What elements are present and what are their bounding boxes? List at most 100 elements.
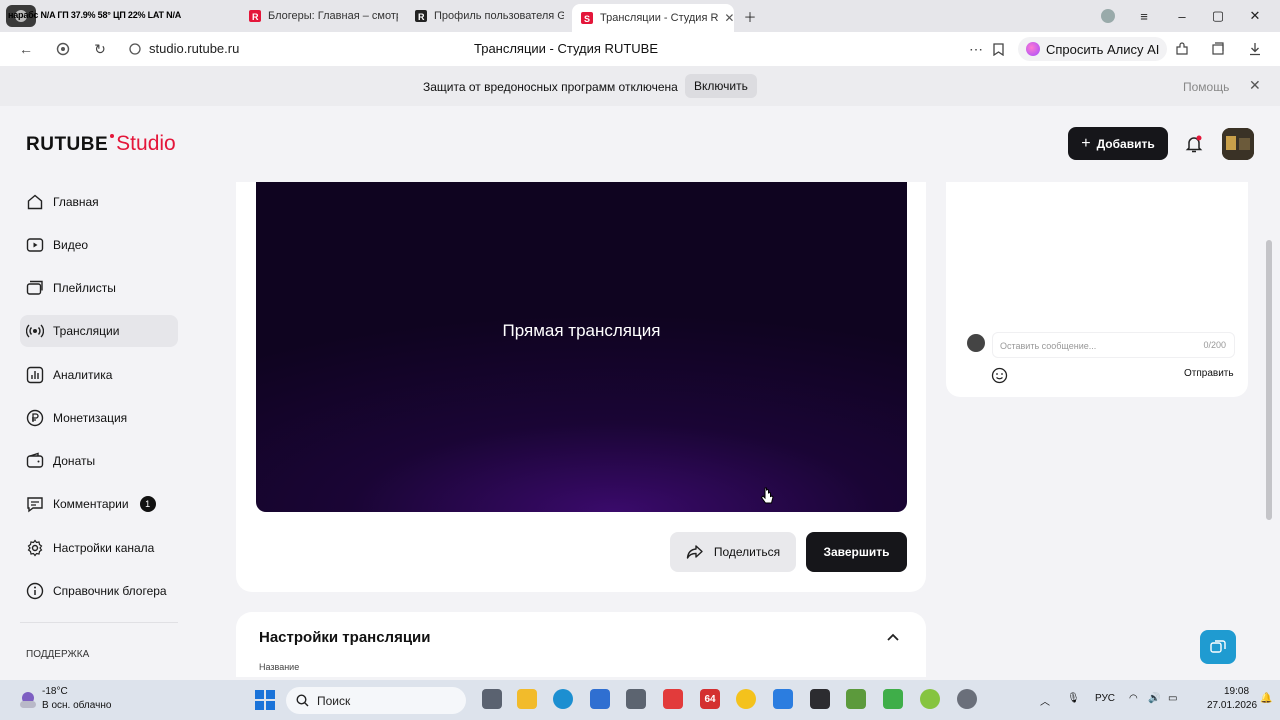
clock-date[interactable]: 27.01.2026	[1207, 700, 1257, 711]
game-icon[interactable]	[883, 689, 903, 709]
extensions-icon[interactable]	[1172, 39, 1192, 59]
tab-label: Трансляции - Студия R	[600, 12, 719, 24]
tab-profile[interactable]: R Профиль пользователя G	[406, 4, 564, 28]
browser-menu-icon[interactable]: ≡	[1134, 6, 1154, 26]
player-title: Прямая трансляция	[502, 321, 661, 340]
task-view-icon[interactable]	[482, 689, 502, 709]
windows-taskbar: -18°C В осн. облачно Поиск 64 ︿ 🎙 РУС ◠ …	[0, 680, 1280, 720]
microphone-icon[interactable]: 🎙	[1067, 693, 1080, 704]
sidebar-item-channel-settings[interactable]: Настройки канала	[20, 532, 178, 564]
sidebar: Главная Видео Плейлисты Трансляции Анали…	[6, 182, 196, 677]
chat-placeholder: Оставить сообщение...	[1000, 341, 1097, 351]
share-icon	[686, 545, 703, 559]
sidebar-item-label: Монетизация	[53, 411, 128, 425]
chat-message-input[interactable]: Оставить сообщение... 0/200	[992, 332, 1235, 358]
emoji-icon[interactable]	[991, 367, 1008, 384]
profile-icon[interactable]	[1098, 6, 1118, 26]
new-tab-icon[interactable]: ＋	[740, 6, 760, 26]
sidebar-item-broadcasts[interactable]: Трансляции	[20, 315, 178, 347]
notifications-icon[interactable]: 🔔	[1260, 693, 1272, 704]
edge-icon[interactable]	[553, 689, 573, 709]
wifi-icon[interactable]: ◠	[1129, 693, 1138, 704]
comment-icon	[27, 497, 43, 513]
settings-title: Настройки трансляции	[259, 629, 431, 646]
support-chat-button[interactable]	[1200, 630, 1236, 664]
taskbar-search[interactable]: Поиск	[286, 687, 466, 714]
share-button[interactable]: Поделиться	[670, 532, 796, 572]
help-link[interactable]: Помощь	[1183, 80, 1229, 94]
app-64-icon[interactable]: 64	[700, 689, 720, 709]
sidebar-item-comments[interactable]: Комментарии 1	[20, 488, 178, 520]
svg-text:S: S	[584, 14, 590, 24]
maximize-icon[interactable]: ▢	[1208, 6, 1228, 26]
rutube-app-icon[interactable]	[810, 689, 830, 709]
windows-start-icon[interactable]	[255, 690, 275, 710]
logo-studio-text: Studio	[116, 132, 176, 155]
xbox-icon[interactable]	[920, 689, 940, 709]
sidebar-item-playlists[interactable]: Плейлисты	[20, 272, 178, 304]
defender-icon[interactable]	[773, 689, 793, 709]
sidebar-item-home[interactable]: Главная	[20, 186, 178, 218]
add-button[interactable]: + Добавить	[1068, 127, 1168, 160]
clock-time[interactable]: 19:08	[1224, 686, 1249, 697]
video-icon	[26, 238, 44, 252]
sidebar-item-blogger-guide[interactable]: Справочник блогера	[20, 575, 178, 607]
warning-text: Защита от вредоносных программ отключена	[423, 80, 678, 94]
bookmark-icon[interactable]	[988, 39, 1008, 59]
close-warning-icon[interactable]: ✕	[1249, 77, 1261, 94]
language-indicator[interactable]: РУС	[1095, 693, 1115, 704]
wps-icon[interactable]	[663, 689, 683, 709]
sidebar-item-video[interactable]: Видео	[20, 229, 178, 261]
live-player[interactable]: Прямая трансляция	[256, 182, 907, 512]
tab-close-icon[interactable]: ✕	[724, 11, 734, 25]
weather-icon[interactable]	[16, 688, 40, 712]
alice-icon	[1026, 42, 1040, 56]
tray-chevron-icon[interactable]: ︿	[1040, 693, 1050, 708]
wallet-icon	[26, 452, 44, 468]
sidebar-item-label: Комментарии	[53, 497, 129, 511]
finish-broadcast-button[interactable]: Завершить	[806, 532, 907, 572]
battery-icon[interactable]: ▭	[1168, 693, 1177, 704]
search-icon	[296, 694, 309, 707]
notifications-bell-icon[interactable]	[1184, 134, 1204, 154]
tab-bloggers[interactable]: R Блогеры: Главная – смотр	[240, 4, 398, 28]
tab-broadcasts[interactable]: S Трансляции - Студия R ✕	[572, 4, 734, 32]
collections-icon[interactable]	[1208, 39, 1228, 59]
chevron-up-icon[interactable]	[886, 632, 900, 642]
tab-label: Блогеры: Главная – смотр	[268, 10, 398, 22]
minimize-icon[interactable]: –	[1172, 6, 1192, 26]
minecraft-icon[interactable]	[846, 689, 866, 709]
sidebar-item-label: Справочник блогера	[53, 584, 167, 598]
volume-icon[interactable]: 🔊	[1148, 693, 1160, 704]
support-chat-icon	[1210, 640, 1226, 653]
sidebar-item-label: Главная	[53, 195, 99, 209]
sidebar-item-monetization[interactable]: Монетизация	[20, 402, 178, 434]
tab-label: Профиль пользователя G	[434, 10, 564, 22]
app-icon[interactable]	[626, 689, 646, 709]
downloads-icon[interactable]	[1245, 39, 1265, 59]
rutube-studio-logo[interactable]: RUTUBE Studio	[26, 132, 176, 156]
store-icon[interactable]	[590, 689, 610, 709]
analytics-icon	[26, 366, 44, 384]
mouse-cursor	[760, 487, 774, 505]
more-icon[interactable]: ⋯	[966, 39, 986, 59]
system-ticker: нарабс N/A ГП 37.9% 58° ЦП 22% LAT N/A	[8, 10, 182, 20]
sidebar-item-label: Плейлисты	[53, 281, 116, 295]
enable-protection-button[interactable]: Включить	[685, 74, 757, 98]
logo-dot	[110, 134, 115, 138]
yandex-browser-icon[interactable]	[736, 689, 756, 709]
sidebar-item-analytics[interactable]: Аналитика	[20, 359, 178, 391]
send-message-button[interactable]: Отправить	[1184, 368, 1234, 379]
file-explorer-icon[interactable]	[517, 689, 537, 709]
close-window-icon[interactable]: ✕	[1245, 6, 1265, 26]
steam-icon[interactable]	[957, 689, 977, 709]
browser-tabbar: нарабс N/A ГП 37.9% 58° ЦП 22% LAT N/A R…	[0, 0, 1280, 32]
user-avatar[interactable]	[1222, 128, 1254, 160]
scrollbar-thumb[interactable]	[1266, 240, 1272, 520]
studio-app: RUTUBE Studio + Добавить Главная Видео П…	[6, 106, 1268, 677]
svg-text:R: R	[418, 12, 425, 22]
support-section-label: ПОДДЕРЖКА	[26, 649, 90, 660]
ask-alice-button[interactable]: Спросить Алису AI	[1018, 37, 1168, 61]
sidebar-item-label: Видео	[53, 238, 89, 252]
sidebar-item-donations[interactable]: Донаты	[20, 445, 178, 477]
